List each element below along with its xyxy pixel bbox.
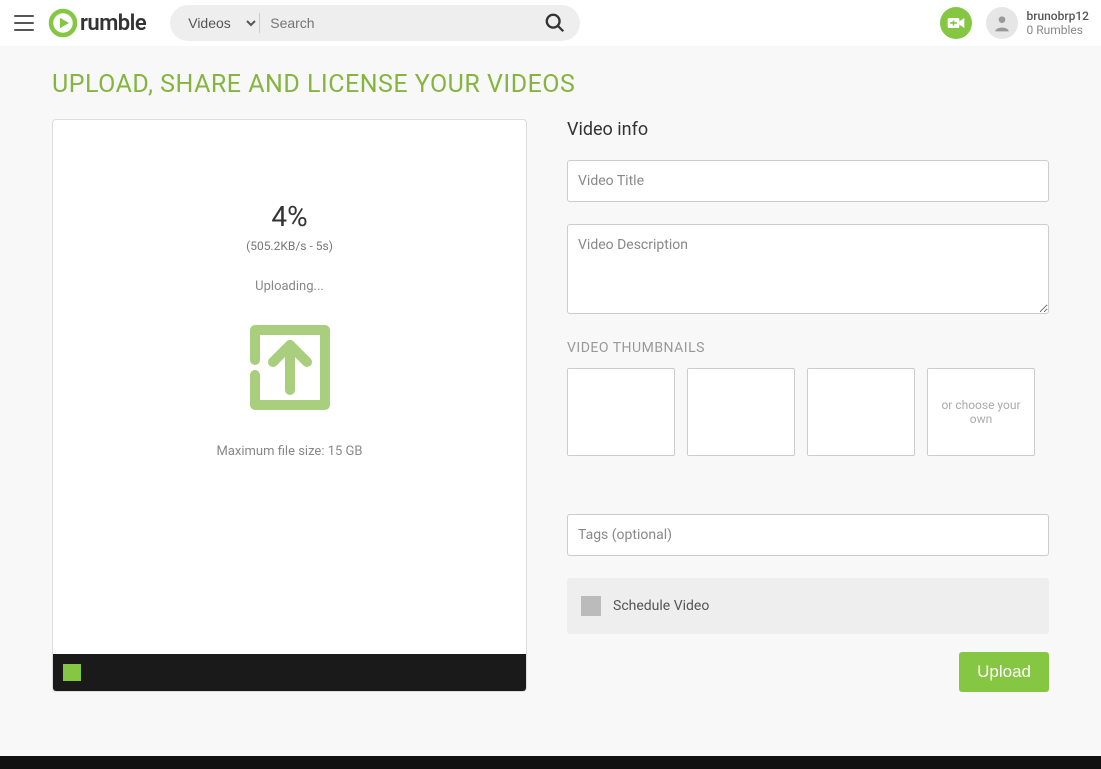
upload-icon-wrap <box>245 320 335 424</box>
video-info-title: Video info <box>567 119 1049 140</box>
logo-text: rumble <box>80 11 146 36</box>
progress-bar <box>53 654 526 691</box>
header-right: brunobrp12 0 Rumbles <box>940 7 1089 39</box>
person-icon <box>992 13 1012 33</box>
footer <box>0 756 1101 769</box>
username: brunobrp12 <box>1026 9 1089 23</box>
rumbles-count: 0 Rumbles <box>1026 23 1089 37</box>
thumbnail-choose-own[interactable]: or choose your own <box>927 368 1035 456</box>
page: UPLOAD, SHARE AND LICENSE YOUR VIDEOS 4%… <box>0 46 1101 716</box>
upload-status: Uploading... <box>255 279 324 294</box>
search-bar: Videos <box>170 5 580 41</box>
progress-fill <box>63 664 81 681</box>
upload-inner: 4% (505.2KB/s - 5s) Uploading... Maximum… <box>53 120 526 598</box>
plus-video-icon <box>946 13 966 33</box>
add-video-button[interactable] <box>940 7 972 39</box>
video-info-column: Video info VIDEO THUMBNAILS or choose yo… <box>567 119 1049 692</box>
thumbnails-row: or choose your own <box>567 368 1049 456</box>
avatar <box>986 7 1018 39</box>
upload-button[interactable]: Upload <box>959 652 1049 692</box>
search-input[interactable] <box>260 15 544 31</box>
search-icon <box>544 12 566 34</box>
max-file-text: Maximum file size: 15 GB <box>217 444 363 459</box>
upload-dropzone[interactable]: 4% (505.2KB/s - 5s) Uploading... Maximum… <box>52 119 527 692</box>
user-menu[interactable]: brunobrp12 0 Rumbles <box>986 7 1089 39</box>
thumbnail-option[interactable] <box>807 368 915 456</box>
tags-input[interactable] <box>567 514 1049 556</box>
schedule-label: Schedule Video <box>613 598 709 614</box>
video-description-input[interactable] <box>567 224 1049 314</box>
user-info: brunobrp12 0 Rumbles <box>1026 9 1089 37</box>
thumbnails-label: VIDEO THUMBNAILS <box>567 340 1049 356</box>
play-logo-icon <box>48 8 78 38</box>
header: rumble Videos <box>0 0 1101 46</box>
upload-speed: (505.2KB/s - 5s) <box>246 239 333 253</box>
upload-arrow-icon <box>245 320 335 420</box>
page-title: UPLOAD, SHARE AND LICENSE YOUR VIDEOS <box>52 70 1049 99</box>
upload-percent: 4% <box>271 200 307 233</box>
search-type-select[interactable]: Videos <box>184 13 260 33</box>
logo[interactable]: rumble <box>48 8 146 38</box>
menu-icon[interactable] <box>12 11 36 35</box>
search-button[interactable] <box>544 12 566 34</box>
columns: 4% (505.2KB/s - 5s) Uploading... Maximum… <box>52 119 1049 692</box>
thumbnail-option[interactable] <box>567 368 675 456</box>
video-title-input[interactable] <box>567 160 1049 202</box>
thumbnail-option[interactable] <box>687 368 795 456</box>
schedule-row: Schedule Video <box>567 578 1049 634</box>
schedule-checkbox[interactable] <box>581 596 601 616</box>
